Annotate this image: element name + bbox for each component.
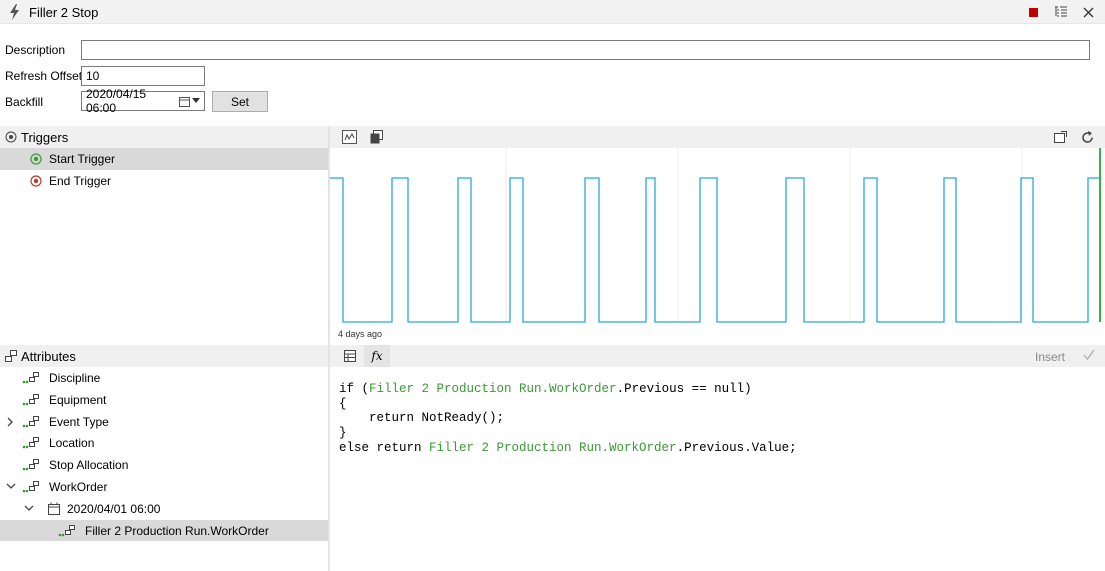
triggers-title: Triggers <box>21 130 69 145</box>
end-trigger-icon <box>30 175 42 187</box>
refresh-offset-input[interactable] <box>81 66 205 86</box>
attribute-icon <box>22 415 39 427</box>
attribute-icon <box>22 372 39 384</box>
code-text: .Previous == null) <box>616 382 752 396</box>
code-reference: Filler 2 Production Run.WorkOrder <box>369 382 617 396</box>
tree-item-label: Event Type <box>49 414 109 429</box>
chevron-down-icon <box>192 98 200 103</box>
code-text: return NotReady(); <box>339 411 505 426</box>
lightning-icon <box>10 4 19 20</box>
attributes-title: Attributes <box>21 349 76 364</box>
popout-icon[interactable] <box>1054 131 1067 146</box>
fx-tab[interactable]: fx <box>364 345 390 367</box>
chevron-right-icon[interactable] <box>6 417 16 427</box>
attribute-icon <box>22 437 39 449</box>
code-reference: Filler 2 Production Run.WorkOrder <box>429 440 677 455</box>
attribute-tree-item[interactable]: Discipline <box>0 367 328 388</box>
tree-item-label: Location <box>49 436 95 451</box>
trend-icon[interactable] <box>342 130 357 144</box>
calendar-icon[interactable] <box>179 96 200 107</box>
attribute-tree-item[interactable]: Stop Allocation <box>0 454 328 475</box>
attribute-tree-item[interactable]: Equipment <box>0 389 328 410</box>
attribute-icon <box>58 524 75 536</box>
trigger-item-start[interactable]: Start Trigger <box>0 148 328 170</box>
code-editor[interactable]: if (Filler 2 Production Run.WorkOrder.Pr… <box>339 382 797 456</box>
attribute-tree-item[interactable]: Location <box>0 432 328 453</box>
attribute-tree-item[interactable]: WorkOrder <box>0 476 328 497</box>
chart-toolbar <box>330 126 1105 148</box>
time-axis-label: 4 days ago <box>338 329 382 339</box>
chevron-down-icon[interactable] <box>24 504 34 514</box>
attributes-header: Attributes <box>0 345 328 367</box>
attribute-tree-item[interactable]: Event Type <box>0 411 328 432</box>
attribute-tree-item[interactable]: 2020/04/01 06:00 <box>0 498 328 519</box>
description-label: Description <box>5 43 66 57</box>
tree-item-label: Stop Allocation <box>49 458 129 473</box>
triggers-header: Triggers <box>0 126 328 148</box>
window-title: Filler 2 Stop <box>29 5 99 20</box>
target-icon <box>5 131 17 143</box>
attribute-icon <box>22 481 39 493</box>
tree-item-label: WorkOrder <box>49 480 108 494</box>
tree-item-label: Filler 2 Production Run.WorkOrder <box>85 523 269 538</box>
close-icon[interactable] <box>1080 4 1096 20</box>
attribute-icon <box>22 393 39 406</box>
trigger-label: Start Trigger <box>49 152 116 166</box>
checkmark-icon[interactable] <box>1083 349 1095 364</box>
code-text: .Previous.Value; <box>676 440 797 455</box>
description-input[interactable] <box>81 40 1090 60</box>
calendar-icon <box>48 502 60 515</box>
chart-series <box>330 177 1100 323</box>
tree-list-icon[interactable] <box>1053 4 1069 20</box>
tree-item-label: Discipline <box>49 371 101 385</box>
chevron-down-icon[interactable] <box>6 482 16 492</box>
tree-item-label: Equipment <box>49 392 107 407</box>
code-text: { <box>339 396 347 411</box>
stop-square-icon[interactable] <box>1025 4 1041 20</box>
code-text: if ( <box>339 382 370 396</box>
title-bar: Filler 2 Stop <box>0 0 1105 24</box>
refresh-icon[interactable] <box>1081 131 1094 147</box>
series-line <box>330 177 1100 323</box>
set-button[interactable]: Set <box>212 91 268 112</box>
editor-toolbar: fx Insert <box>330 345 1105 367</box>
trend-chart[interactable]: 4 days ago <box>330 148 1105 344</box>
attribute-icon <box>5 350 17 362</box>
refresh-offset-label: Refresh Offset <box>5 69 83 83</box>
backfill-value: 2020/04/15 06:00 <box>86 87 147 115</box>
tree-item-label: 2020/04/01 06:00 <box>67 501 161 516</box>
insert-button[interactable]: Insert <box>1035 350 1065 364</box>
trigger-item-end[interactable]: End Trigger <box>0 170 328 192</box>
code-text: else return <box>339 440 430 455</box>
attribute-tree-item[interactable]: Filler 2 Production Run.WorkOrder <box>0 519 328 541</box>
table-icon[interactable] <box>344 350 356 365</box>
backfill-label: Backfill <box>5 95 44 109</box>
code-text: } <box>339 426 347 441</box>
copy-icon[interactable] <box>370 130 384 144</box>
start-trigger-icon <box>30 153 42 165</box>
attribute-icon <box>22 459 39 471</box>
backfill-datepicker[interactable]: 2020/04/15 06:00 <box>81 87 205 115</box>
trigger-label: End Trigger <box>49 174 112 188</box>
